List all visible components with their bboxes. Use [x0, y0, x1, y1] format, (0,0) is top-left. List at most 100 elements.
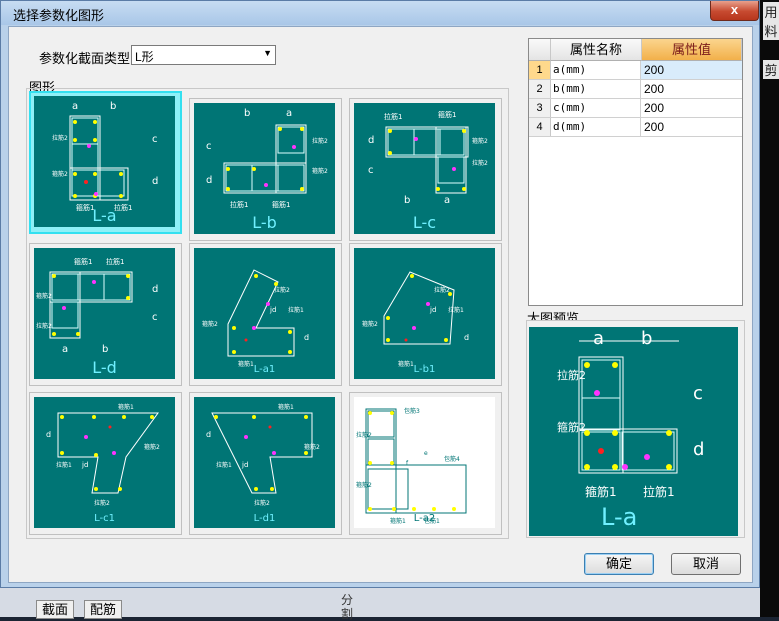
shape-option-l-a2[interactable]: 包筋3 拉筋2 箍筋2 包筋4 箍筋1 包筋1 e f L-a2: [349, 392, 502, 535]
svg-text:箍筋1: 箍筋1: [272, 200, 290, 209]
svg-text:d: d: [46, 430, 51, 439]
svg-text:拉筋2: 拉筋2: [434, 286, 450, 294]
row-number: 2: [529, 80, 551, 98]
svg-text:包筋3: 包筋3: [404, 407, 420, 415]
property-row[interactable]: 1 a(mm) 200: [529, 61, 742, 80]
svg-text:箍筋2: 箍筋2: [472, 137, 488, 145]
shape-caption: L-c: [412, 213, 437, 232]
grid-corner: [529, 39, 551, 61]
shape-caption: L-a1: [253, 364, 276, 375]
row-number: 4: [529, 118, 551, 136]
property-name: b(mm): [551, 80, 641, 98]
svg-text:d: d: [304, 333, 309, 342]
background-app-right: 用料 剪: [760, 0, 779, 617]
preview-box: a b c d 拉筋2 箍筋2 箍筋1 拉筋1 L-a: [526, 320, 745, 538]
svg-text:a: a: [286, 108, 292, 119]
svg-text:拉筋2: 拉筋2: [312, 137, 328, 145]
parametric-shape-dialog: 选择参数化图形 x 参数化截面类型: L形 ▼ 图形 a b c d 拉筋2 箍筋2 箍筋1…: [0, 0, 760, 588]
dim-c-label: c: [693, 383, 703, 404]
dialog-client: 参数化截面类型: L形 ▼ 图形 a b c d 拉筋2 箍筋2 箍筋1 拉筋1 L-a b a c d…: [8, 26, 753, 583]
svg-text:箍筋2: 箍筋2: [356, 481, 372, 489]
svg-text:拉筋2: 拉筋2: [36, 322, 52, 330]
svg-text:箍筋2: 箍筋2: [144, 443, 160, 451]
preview-caption: L-a: [601, 503, 638, 531]
label-lajin1: 拉筋1: [643, 485, 675, 499]
bg-tab-section[interactable]: 截面: [36, 600, 75, 619]
shape-caption: L-a2: [413, 513, 436, 524]
svg-text:b: b: [244, 108, 250, 119]
svg-text:d: d: [206, 430, 211, 439]
svg-text:d: d: [368, 135, 374, 146]
shape-option-l-d1[interactable]: 箍筋1 箍筋2 拉筋1 jd 拉筋2 d L-d1: [189, 392, 342, 535]
svg-text:拉筋2: 拉筋2: [356, 431, 372, 439]
svg-text:拉筋2: 拉筋2: [472, 159, 488, 167]
shape-option-l-b1[interactable]: 拉筋2 箍筋2 jd 拉筋1 箍筋1 d L-b1: [349, 243, 502, 386]
property-value-input[interactable]: 200: [641, 99, 742, 117]
section-type-select[interactable]: L形 ▼: [131, 45, 276, 65]
property-value-input[interactable]: 200: [641, 61, 742, 79]
property-row[interactable]: 4 d(mm) 200: [529, 118, 742, 137]
svg-text:jd: jd: [81, 461, 88, 469]
property-value-input[interactable]: 200: [641, 118, 742, 136]
svg-text:拉筋1: 拉筋1: [56, 461, 72, 469]
shape-option-l-b[interactable]: b a c d 拉筋2 箍筋2 拉筋1 箍筋1 L-b: [189, 98, 342, 241]
shape-diagram: 包筋3 拉筋2 箍筋2 包筋4 箍筋1 包筋1 e f L-a2: [354, 397, 495, 528]
svg-text:拉筋2: 拉筋2: [274, 286, 290, 294]
row-number: 1: [529, 61, 551, 79]
shape-option-l-c[interactable]: 拉筋1 箍筋1 d c 箍筋2 拉筋2 b a L-c: [349, 98, 502, 241]
svg-text:箍筋2: 箍筋2: [362, 320, 378, 328]
shape-option-l-a1[interactable]: 拉筋2 箍筋2 jd 拉筋1 箍筋1 d L-a1: [189, 243, 342, 386]
label-gujin1: 箍筋1: [585, 485, 617, 499]
shape-diagram: 拉筋2 箍筋2 jd 拉筋1 箍筋1 d L-a1: [194, 248, 335, 379]
shape-diagram: 箍筋1 箍筋2 拉筋1 jd 拉筋2 d L-d1: [194, 397, 335, 528]
dialog-title: 选择参数化图形: [13, 8, 105, 23]
property-name: a(mm): [551, 61, 641, 79]
dim-b-label: b: [641, 328, 653, 349]
svg-text:c: c: [152, 312, 158, 323]
svg-text:a: a: [72, 101, 78, 112]
col-header-value: 属性值: [642, 39, 742, 61]
ok-button[interactable]: 确定: [584, 553, 654, 575]
svg-text:箍筋2: 箍筋2: [36, 292, 52, 300]
shape-option-l-a[interactable]: a b c d 拉筋2 箍筋2 箍筋1 拉筋1 L-a: [29, 91, 182, 234]
label-gujin2: 箍筋2: [557, 421, 586, 434]
section-type-label: 参数化截面类型:: [39, 51, 134, 66]
shape-option-l-c1[interactable]: 箍筋1 箍筋2 拉筋1 jd 拉筋2 d L-c1: [29, 392, 182, 535]
svg-text:拉筋1: 拉筋1: [448, 306, 464, 314]
close-button[interactable]: x: [710, 1, 759, 21]
shape-option-l-d[interactable]: 箍筋1 拉筋1 d c 箍筋2 拉筋2 a b L-d: [29, 243, 182, 386]
svg-text:jd: jd: [241, 461, 248, 469]
svg-text:c: c: [206, 141, 212, 152]
shapes-group: a b c d 拉筋2 箍筋2 箍筋1 拉筋1 L-a b a c d 拉筋2 箍筋2 拉筋1 箍筋1 L-b 拉筋…: [26, 88, 509, 539]
shape-diagram: a b c d 拉筋2 箍筋2 箍筋1 拉筋1 L-a: [34, 96, 175, 227]
property-grid: 属性名称 属性值 1 a(mm) 200 2 b(mm) 200 3 c(mm)…: [528, 38, 743, 306]
svg-text:jd: jd: [269, 306, 276, 314]
label-lajin2: 拉筋2: [557, 369, 586, 382]
svg-text:拉筋2: 拉筋2: [254, 499, 270, 507]
title-bar: 选择参数化图形 x: [1, 1, 759, 25]
dim-d-label: d: [693, 439, 705, 460]
svg-text:a: a: [62, 344, 68, 355]
col-header-name: 属性名称: [551, 39, 642, 61]
svg-text:箍筋1: 箍筋1: [278, 403, 294, 411]
svg-text:包筋4: 包筋4: [444, 455, 460, 463]
chevron-down-icon: ▼: [263, 48, 272, 58]
dim-a-label: a: [593, 328, 605, 349]
property-value-input[interactable]: 200: [641, 80, 742, 98]
svg-text:c: c: [368, 165, 374, 176]
svg-text:箍筋2: 箍筋2: [304, 443, 320, 451]
svg-text:箍筋1: 箍筋1: [118, 403, 134, 411]
svg-text:拉筋1: 拉筋1: [384, 112, 402, 121]
svg-text:拉筋1: 拉筋1: [216, 461, 232, 469]
property-row[interactable]: 3 c(mm) 200: [529, 99, 742, 118]
section-type-value: L形: [135, 50, 154, 64]
svg-text:a: a: [444, 195, 450, 206]
svg-text:d: d: [206, 175, 212, 186]
bg-tab-rebar[interactable]: 配筋: [84, 600, 123, 619]
property-row[interactable]: 2 b(mm) 200: [529, 80, 742, 99]
cancel-button[interactable]: 取消: [671, 553, 741, 575]
svg-text:b: b: [404, 195, 410, 206]
svg-text:c: c: [152, 134, 158, 145]
shape-diagram: 拉筋1 箍筋1 d c 箍筋2 拉筋2 b a L-c: [354, 103, 495, 234]
svg-text:拉筋1: 拉筋1: [288, 306, 304, 314]
